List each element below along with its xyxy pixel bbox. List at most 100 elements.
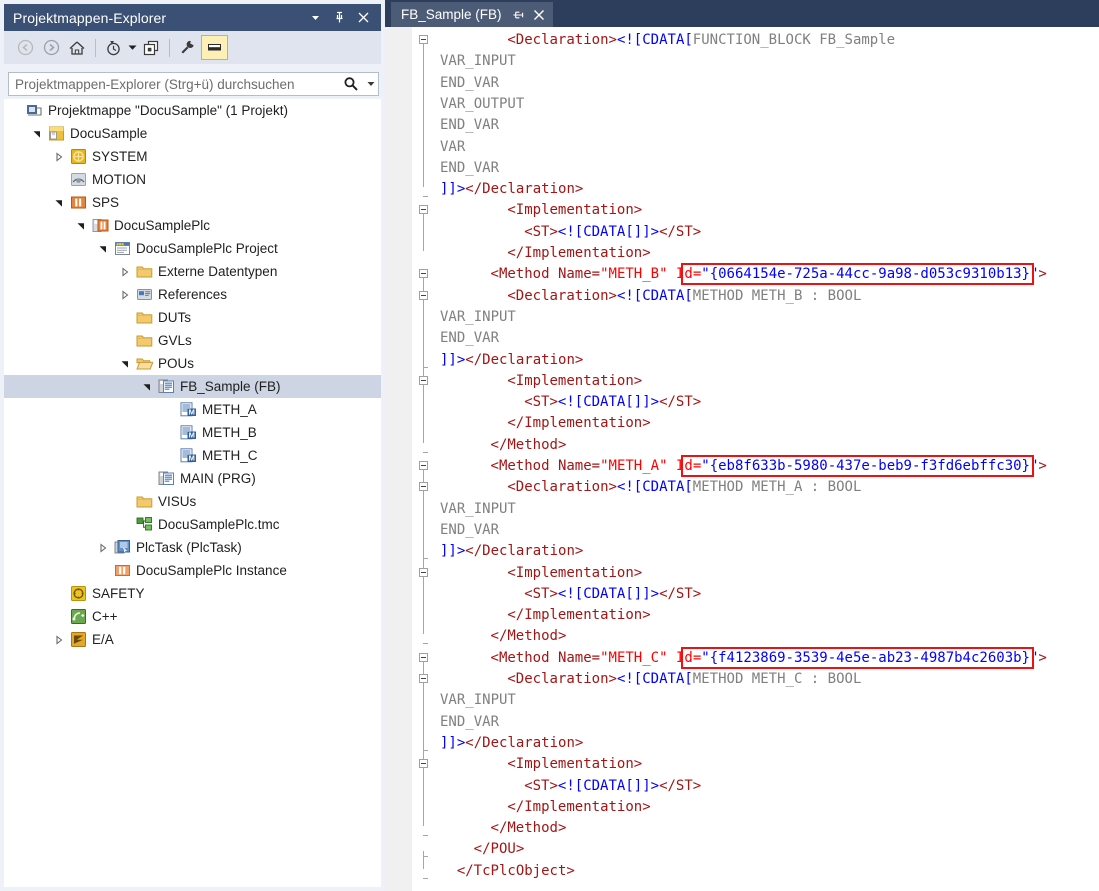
expander-collapsed-icon[interactable] xyxy=(118,283,131,306)
preview-selected-items-icon[interactable] xyxy=(201,35,228,60)
tab-label: FB_Sample (FB) xyxy=(401,7,502,22)
expander-expanded-icon[interactable] xyxy=(96,237,109,260)
tree-item[interactable]: SAFETY xyxy=(4,582,381,605)
code-token: > xyxy=(1038,458,1047,474)
tree-item[interactable]: PlcTask (PlcTask) xyxy=(4,536,381,559)
tree-item-label: DUTs xyxy=(158,309,191,325)
tree-item[interactable]: MAIN (PRG) xyxy=(4,467,381,490)
pending-changes-dropdown-icon[interactable] xyxy=(127,36,138,60)
tree-item[interactable]: DocuSamplePlc Project xyxy=(4,237,381,260)
expander-placeholder xyxy=(162,421,175,444)
expander-collapsed-icon[interactable] xyxy=(118,260,131,283)
code-token: </Declaration> xyxy=(465,181,584,198)
search-dropdown-icon[interactable] xyxy=(364,80,378,88)
tree-item[interactable]: FB_Sample (FB) xyxy=(4,375,381,398)
expander-placeholder xyxy=(52,168,65,191)
code-token: </ST> xyxy=(659,223,702,240)
tree-item[interactable]: C++ xyxy=(4,605,381,628)
tree-item[interactable]: MOTION xyxy=(4,168,381,191)
code-line: </Implementation> xyxy=(507,413,650,434)
expander-placeholder xyxy=(162,444,175,467)
svg-text:M: M xyxy=(189,454,195,463)
expander-placeholder xyxy=(8,99,21,122)
home-icon[interactable] xyxy=(64,36,90,60)
code-token: </TcPlcObject> xyxy=(456,862,575,879)
xml-code-view[interactable]: <Declaration><![CDATA[FUNCTION_BLOCK FB_… xyxy=(385,27,1099,891)
tree-item[interactable]: M METH_C xyxy=(4,444,381,467)
tree-item-label: DocuSample xyxy=(70,125,148,141)
tree-item[interactable]: DocuSamplePlc Instance xyxy=(4,559,381,582)
back-icon[interactable] xyxy=(12,36,38,60)
folder-icon xyxy=(136,263,153,280)
forward-icon[interactable] xyxy=(38,36,64,60)
folder-open-icon xyxy=(136,355,153,372)
tree-item[interactable]: POUs xyxy=(4,352,381,375)
expander-expanded-icon[interactable] xyxy=(118,352,131,375)
tree-item-label: DocuSamplePlc Project xyxy=(136,240,278,256)
tree-item[interactable]: Projektmappe "DocuSample" (1 Projekt) xyxy=(4,99,381,122)
tree-item[interactable]: Externe Datentypen xyxy=(4,260,381,283)
tree-item[interactable]: M METH_B xyxy=(4,421,381,444)
code-token: FUNCTION_BLOCK FB_Sample xyxy=(692,32,896,48)
tree-item-label: SPS xyxy=(92,194,120,210)
tree-item[interactable]: DUTs xyxy=(4,306,381,329)
tree-item[interactable]: SYSTEM xyxy=(4,145,381,168)
code-token: <ST> xyxy=(524,394,558,411)
code-token: </Method> xyxy=(490,820,567,837)
code-token: </ST> xyxy=(659,585,702,602)
tree-item[interactable]: M METH_A xyxy=(4,398,381,421)
tree-item[interactable]: SPS xyxy=(4,191,381,214)
code-token: </Method> xyxy=(490,628,567,645)
expander-expanded-icon[interactable] xyxy=(52,191,65,214)
tree-item[interactable]: DocuSamplePlc xyxy=(4,214,381,237)
tree-item[interactable]: E/A xyxy=(4,628,381,651)
expander-placeholder xyxy=(118,329,131,352)
code-token: VAR_INPUT xyxy=(440,500,516,517)
id-attribute-highlight xyxy=(681,646,1035,669)
expander-collapsed-icon[interactable] xyxy=(52,628,65,651)
code-token: ]]> xyxy=(440,543,466,560)
pin-icon[interactable] xyxy=(327,7,351,29)
code-token: </Implementation> xyxy=(507,798,651,815)
code-line: </Implementation> xyxy=(507,605,650,626)
expander-collapsed-icon[interactable] xyxy=(96,536,109,559)
search-input[interactable]: Projektmappen-Explorer (Strg+ü) durchsuc… xyxy=(8,72,379,96)
code-token: <Declaration> xyxy=(507,32,617,48)
tab-close-icon[interactable] xyxy=(533,9,545,21)
code-token: </POU> xyxy=(473,841,525,858)
show-all-files-icon[interactable] xyxy=(138,36,164,60)
tree-item-label: FB_Sample (FB) xyxy=(180,378,281,394)
expander-expanded-icon[interactable] xyxy=(30,122,43,145)
tree-item[interactable]: VISUs xyxy=(4,490,381,513)
expander-placeholder xyxy=(140,467,153,490)
pending-changes-icon[interactable] xyxy=(101,36,127,60)
tab-pin-icon[interactable] xyxy=(512,9,524,21)
code-line: END_VAR xyxy=(440,158,499,179)
folder-icon xyxy=(136,309,153,326)
properties-icon[interactable] xyxy=(175,36,201,60)
panel-dropdown-icon[interactable] xyxy=(303,7,327,29)
expander-collapsed-icon[interactable] xyxy=(52,145,65,168)
expander-expanded-icon[interactable] xyxy=(74,214,87,237)
folder-icon xyxy=(136,332,153,349)
tree-item-label: MOTION xyxy=(92,171,146,187)
tree-item[interactable]: DocuSample xyxy=(4,122,381,145)
tree-item[interactable]: References xyxy=(4,283,381,306)
close-icon[interactable] xyxy=(351,7,375,29)
editor-area: FB_Sample (FB) <Declaration><![CDATA[FUN… xyxy=(385,0,1099,891)
method-icon: M xyxy=(180,424,197,441)
panel-title: Projektmappen-Explorer xyxy=(13,9,167,26)
tree-item[interactable]: DocuSamplePlc.tmc xyxy=(4,513,381,536)
tree-item-label: METH_B xyxy=(202,424,257,440)
search-icon[interactable] xyxy=(338,76,364,92)
plc-project-icon xyxy=(92,217,109,234)
expander-expanded-icon[interactable] xyxy=(140,375,153,398)
tree-item[interactable]: GVLs xyxy=(4,329,381,352)
project-icon xyxy=(48,125,65,142)
code-token: <![CDATA[]]> xyxy=(557,223,660,240)
code-token: END_VAR xyxy=(440,713,500,730)
code-token: END_VAR xyxy=(440,521,500,538)
code-token: </ST> xyxy=(659,777,702,794)
tab-fb-sample[interactable]: FB_Sample (FB) xyxy=(391,2,553,27)
